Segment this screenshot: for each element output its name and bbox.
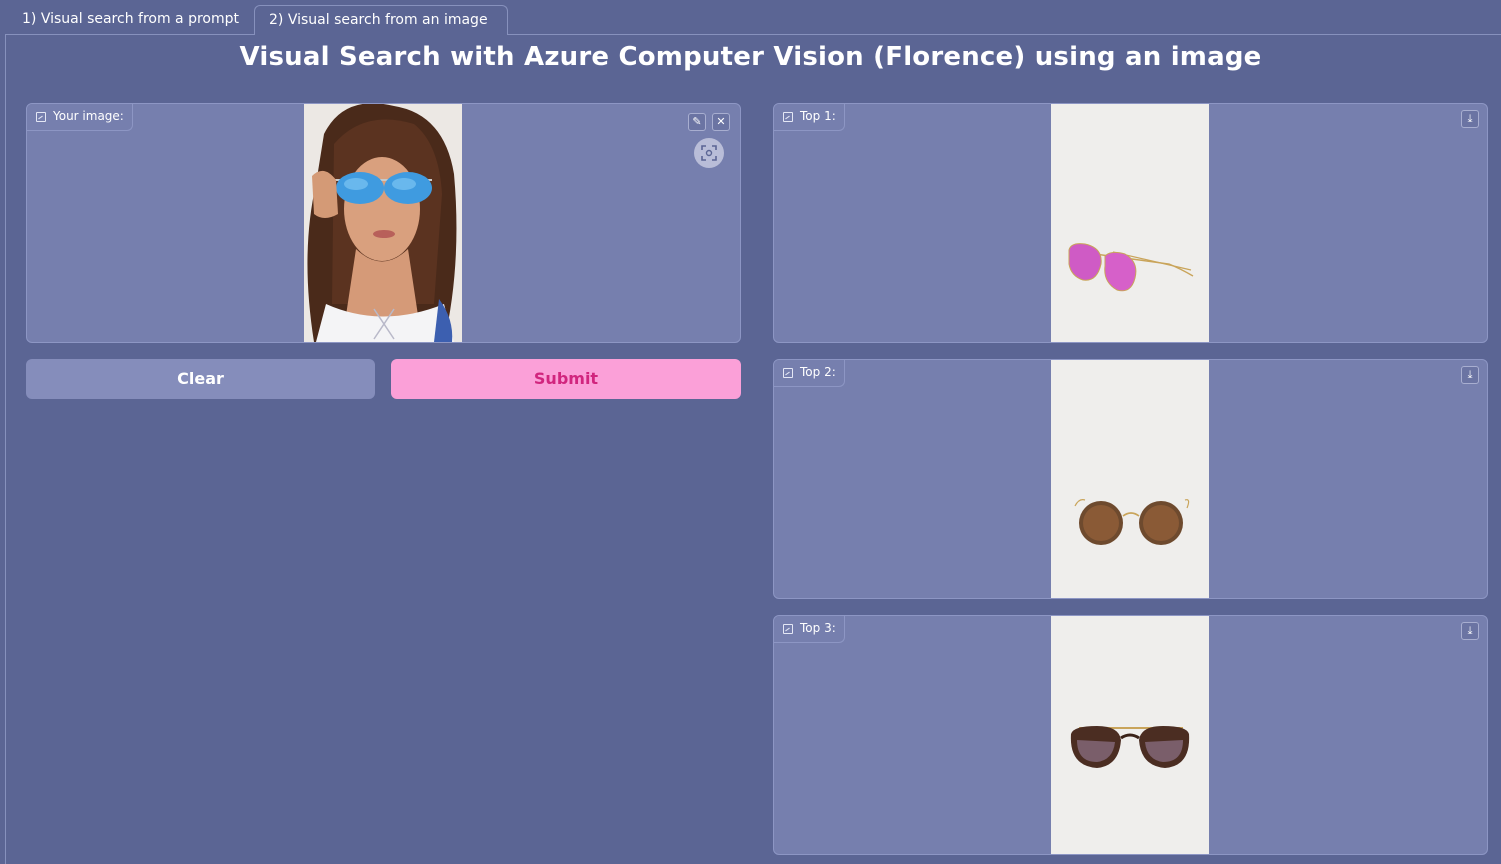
result-panel-top-2: Top 2: ⤓ [773, 359, 1488, 599]
download-button[interactable]: ⤓ [1461, 366, 1479, 384]
uploaded-image [304, 104, 462, 342]
image-icon [783, 624, 793, 634]
result-label-top-2: Top 2: [774, 360, 845, 387]
image-icon [783, 368, 793, 378]
result-image-top-1 [1051, 104, 1209, 342]
tab-bar: 1) Visual search from a prompt 2) Visual… [0, 0, 1501, 35]
result-label-top-1: Top 1: [774, 104, 845, 131]
tab-visual-search-image[interactable]: 2) Visual search from an image [254, 5, 508, 35]
page-frame-border [5, 34, 6, 864]
close-button[interactable]: ✕ [712, 113, 730, 131]
edit-button[interactable]: ✎ [688, 113, 706, 131]
submit-button[interactable]: Submit [391, 359, 741, 399]
tab-divider [6, 34, 1501, 35]
result-image-top-2 [1051, 360, 1209, 598]
crop-icon [701, 145, 717, 161]
input-image-label: Your image: [27, 104, 133, 131]
input-image-panel[interactable]: Your image: ✎ ✕ [26, 103, 741, 343]
result-label-text: Top 2: [800, 365, 836, 379]
download-button[interactable]: ⤓ [1461, 110, 1479, 128]
download-button[interactable]: ⤓ [1461, 622, 1479, 640]
result-label-text: Top 1: [800, 109, 836, 123]
page-title: Visual Search with Azure Computer Vision… [239, 42, 1262, 72]
result-label-top-3: Top 3: [774, 616, 845, 643]
image-icon [783, 112, 793, 122]
clear-button[interactable]: Clear [26, 359, 375, 399]
result-panel-top-1: Top 1: ⤓ [773, 103, 1488, 343]
result-label-text: Top 3: [800, 621, 836, 635]
result-panel-top-3: Top 3: ⤓ [773, 615, 1488, 855]
input-image-label-text: Your image: [53, 109, 124, 123]
result-image-top-3 [1051, 616, 1209, 854]
crop-button[interactable] [694, 138, 724, 168]
image-icon [36, 112, 46, 122]
tab-visual-search-prompt[interactable]: 1) Visual search from a prompt [8, 5, 253, 35]
